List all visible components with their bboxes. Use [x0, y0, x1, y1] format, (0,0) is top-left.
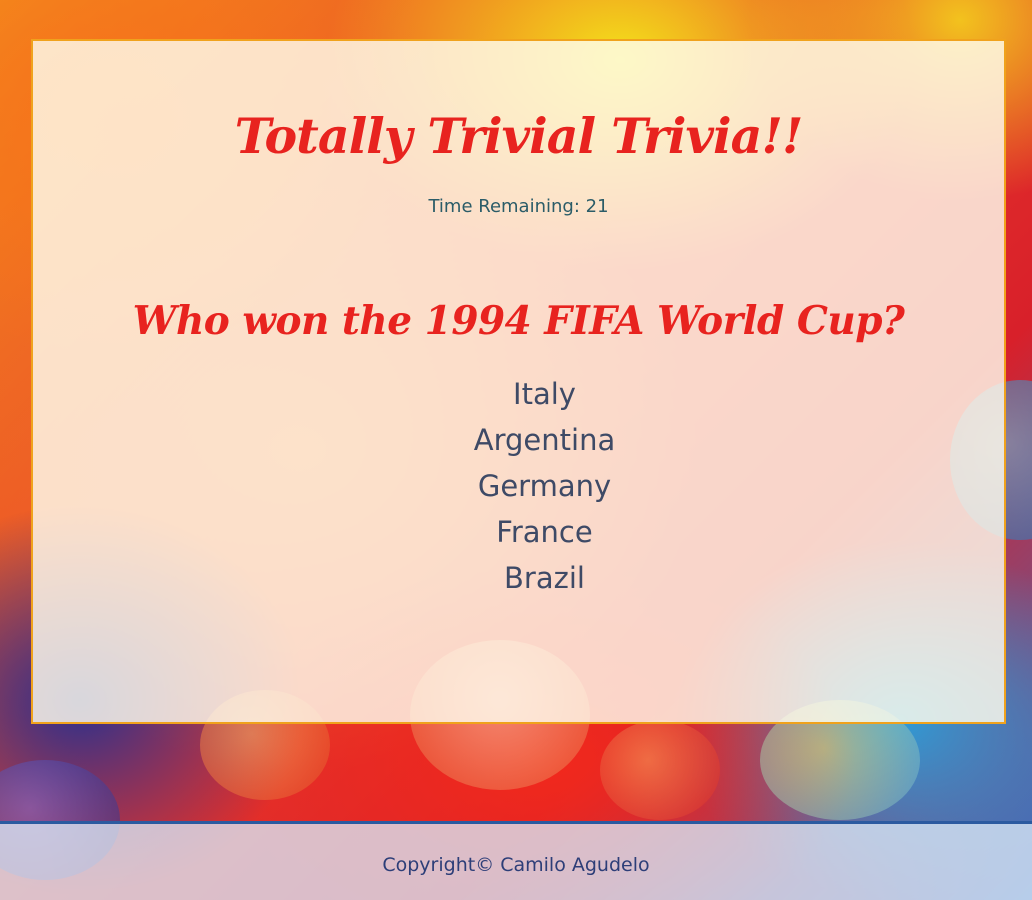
answer-option[interactable]: Germany [33, 466, 1004, 512]
copyright-text: Copyright© Camilo Agudelo [382, 854, 650, 876]
answer-option[interactable]: Brazil [33, 558, 1004, 604]
answer-option[interactable]: Italy [33, 374, 1004, 420]
answer-option[interactable]: Argentina [33, 420, 1004, 466]
page-title: Totally Trivial Trivia!! [234, 107, 804, 165]
timer-label: Time Remaining: [428, 196, 580, 217]
timer-value: 21 [585, 196, 609, 217]
answer-option[interactable]: France [33, 512, 1004, 558]
question-text: Who won the 1994 FIFA World Cup? [132, 298, 905, 344]
answer-list: Italy Argentina Germany France Brazil [33, 374, 1004, 604]
trivia-panel: Totally Trivial Trivia!! Time Remaining:… [31, 39, 1006, 724]
time-remaining: Time Remaining: 21 [33, 196, 1004, 217]
footer: Copyright© Camilo Agudelo [0, 821, 1032, 900]
bubble-decoration [600, 720, 720, 820]
